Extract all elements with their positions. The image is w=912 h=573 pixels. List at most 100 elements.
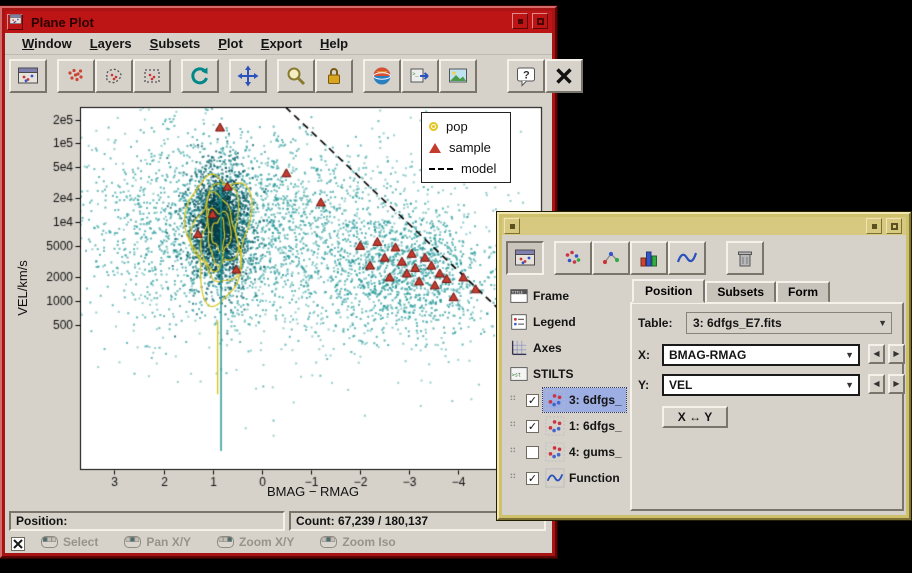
y-next-button[interactable]: ▶	[888, 374, 905, 394]
layer-toolbar	[502, 237, 906, 279]
menu-export[interactable]: Export	[261, 36, 302, 51]
stilts-command-button[interactable]: >_	[401, 59, 439, 93]
pan-button[interactable]	[229, 59, 267, 93]
menubar: Window Layers Subsets Plot Export Help	[5, 33, 552, 55]
tab-position[interactable]: Position	[632, 279, 705, 303]
layer-visible-checkbox[interactable]	[526, 446, 539, 459]
stack-item-legend[interactable]: Legend	[507, 309, 627, 335]
add-function-layer-button[interactable]	[668, 241, 706, 275]
minimize-button[interactable]	[512, 13, 528, 29]
menu-help[interactable]: Help	[320, 36, 348, 51]
add-pair-layer-button[interactable]	[592, 241, 630, 275]
layer-row-3[interactable]: ✓Function	[507, 465, 627, 491]
frame-icon: TITLE	[509, 286, 529, 306]
layer-visible-checkbox[interactable]: ✓	[526, 420, 539, 433]
mouse-hint-label: Pan X/Y	[146, 535, 191, 549]
layer-label: 4: gums_	[569, 445, 622, 459]
layer-row-0[interactable]: ✓ 3: 6dfgs_	[507, 387, 627, 413]
stack-item-stilts[interactable]: >st STILTS	[507, 361, 627, 387]
position-tab-body: Table: 3: 6dfgs_E7.fits ▼ X: BMAG-RMAG ▼…	[630, 302, 904, 511]
window-menu-button[interactable]	[504, 218, 520, 234]
replot-button[interactable]	[181, 59, 219, 93]
mouse-hint-zoom-x-y: Zoom X/Y	[217, 535, 294, 549]
legend-label: model	[461, 161, 496, 176]
layer-control-window: TITLEFrameLegendAxes>stSTILTS✓3: 6dfgs_✓…	[497, 212, 911, 520]
maximize-icon	[537, 18, 544, 25]
stack-item-label: Legend	[533, 315, 576, 329]
sphere-view-button[interactable]	[363, 59, 401, 93]
window-plot-icon	[17, 65, 39, 87]
layer-visible-checkbox[interactable]: ✓	[526, 472, 539, 485]
layer-control-button[interactable]	[506, 241, 544, 275]
marker-scatter-icon	[545, 442, 565, 462]
titlebar[interactable]: Plane Plot	[5, 11, 552, 33]
menu-layers[interactable]: Layers	[90, 36, 132, 51]
scatter-icon	[65, 65, 87, 87]
help-button[interactable]: ?	[507, 59, 545, 93]
mouse-hint-bar: SelectPan X/YZoom X/YZoom Iso	[5, 535, 552, 553]
layer-row-1[interactable]: ✓ 1: 6dfgs_	[507, 413, 627, 439]
minimize-button[interactable]	[866, 218, 882, 234]
plot-panel: VEL/km/s BMAG − RMAG popsamplemodel	[13, 99, 551, 507]
mouse-icon	[124, 536, 141, 548]
handle-icon	[509, 472, 522, 485]
layer-stack-list: TITLEFrameLegendAxes>stSTILTS✓3: 6dfgs_✓…	[507, 283, 627, 511]
tab-form[interactable]: Form	[776, 281, 830, 303]
swap-xy-button[interactable]: X ↔ Y	[662, 406, 728, 428]
maximize-button[interactable]	[532, 13, 548, 29]
layer-row-2[interactable]: 4: gums_	[507, 439, 627, 465]
x-combobox[interactable]: BMAG-RMAG ▼	[662, 344, 860, 366]
zoom-button[interactable]	[277, 59, 315, 93]
close-button[interactable]	[545, 59, 583, 93]
y-prev-button[interactable]: ◀	[868, 374, 885, 394]
box-subset-button[interactable]	[133, 59, 171, 93]
add-scatter-layer-button[interactable]	[57, 59, 95, 93]
stack-item-label: STILTS	[533, 367, 573, 381]
add-position-layer-button[interactable]	[554, 241, 592, 275]
scatter-add-icon	[562, 247, 584, 269]
lock-axes-button[interactable]	[315, 59, 353, 93]
svg-text:?: ?	[523, 70, 530, 82]
svg-text:>st: >st	[512, 372, 521, 378]
legend-entry-model: model	[429, 160, 503, 177]
x-next-button[interactable]: ▶	[888, 344, 905, 364]
stack-item-axes[interactable]: Axes	[507, 335, 627, 361]
table-value: 3: 6dfgs_E7.fits	[693, 316, 782, 330]
mouse-icon	[41, 536, 58, 548]
export-image-button[interactable]	[439, 59, 477, 93]
stack-item-frame[interactable]: TITLEFrame	[507, 283, 627, 309]
titlebar[interactable]	[502, 217, 906, 235]
hint-bar-checkbox[interactable]	[11, 537, 25, 551]
layer-label: 1: 6dfgs_	[569, 419, 622, 433]
menu-plot[interactable]: Plot	[218, 36, 243, 51]
menu-subsets[interactable]: Subsets	[150, 36, 201, 51]
tab-subsets[interactable]: Subsets	[705, 281, 776, 303]
menu-window[interactable]: Window	[22, 36, 72, 51]
layer-control-button[interactable]	[9, 59, 47, 93]
marker-scatter-icon	[545, 390, 565, 410]
position-label: Position:	[16, 514, 67, 528]
maximize-button[interactable]	[886, 218, 902, 234]
y-combobox[interactable]: VEL ▼	[662, 374, 860, 396]
table-combobox[interactable]: 3: 6dfgs_E7.fits ▼	[686, 312, 892, 334]
remove-layer-button[interactable]	[726, 241, 764, 275]
handle-icon	[509, 394, 522, 407]
mouse-hint-label: Zoom Iso	[342, 535, 395, 549]
count-label: Count: 67,239 / 180,137	[296, 514, 428, 528]
add-histogram-layer-button[interactable]	[630, 241, 668, 275]
svg-text:>_: >_	[412, 72, 419, 78]
legend-icon	[509, 312, 529, 332]
plane-plot-window: Plane Plot Window Layers Subsets Plot Export…	[0, 6, 557, 558]
legend-entry-sample: sample	[429, 139, 503, 156]
layer-visible-checkbox[interactable]: ✓	[526, 394, 539, 407]
blob-subset-button[interactable]	[95, 59, 133, 93]
legend-entry-pop: pop	[429, 118, 503, 135]
layer-label: 3: 6dfgs_	[569, 393, 622, 407]
y-value: VEL	[669, 378, 692, 392]
x-prev-button[interactable]: ◀	[868, 344, 885, 364]
window-menu-button[interactable]	[7, 14, 23, 30]
pan-icon	[237, 65, 259, 87]
minimize-icon	[872, 224, 877, 229]
chevron-down-icon: ▼	[845, 350, 854, 360]
mouse-hint-zoom-iso: Zoom Iso	[320, 535, 395, 549]
